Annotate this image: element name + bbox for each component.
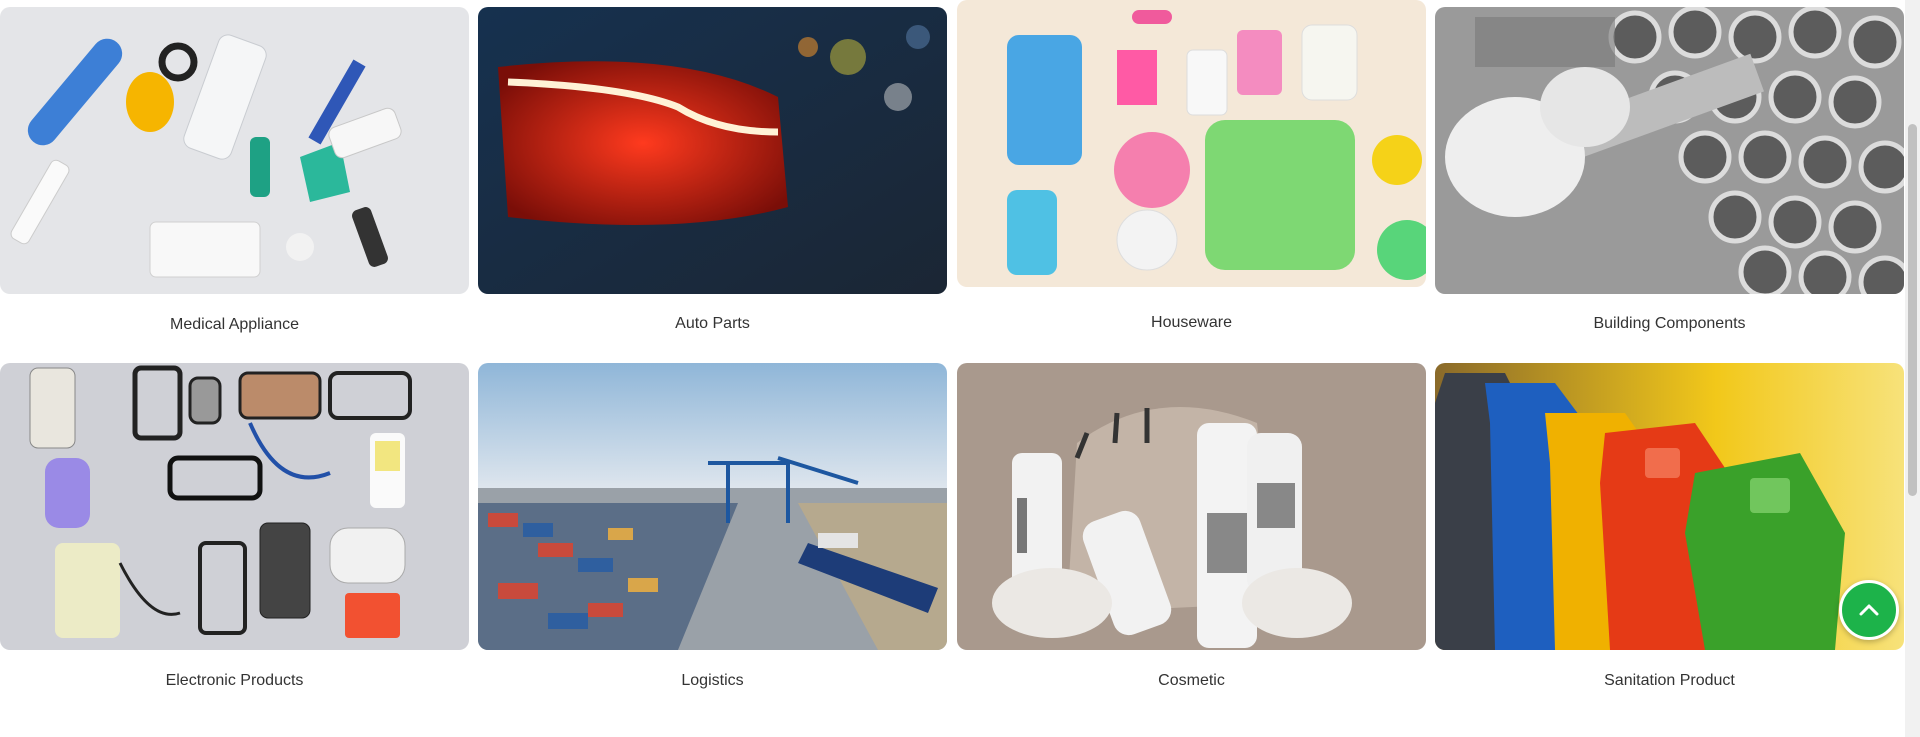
- scrollbar-thumb[interactable]: [1908, 124, 1917, 496]
- category-label-medical-appliance[interactable]: Medical Appliance: [0, 315, 469, 335]
- category-label-houseware[interactable]: Houseware: [957, 313, 1426, 333]
- chevron-up-icon: [1859, 604, 1879, 616]
- category-label-logistics[interactable]: Logistics: [478, 671, 947, 691]
- category-label-electronic-products[interactable]: Electronic Products: [0, 671, 469, 691]
- category-label-sanitation-product[interactable]: Sanitation Product: [1435, 671, 1904, 691]
- cosmetic-image[interactable]: [957, 363, 1426, 650]
- page-scrollbar[interactable]: [1905, 0, 1920, 737]
- auto-parts-image[interactable]: [478, 7, 947, 294]
- category-label-cosmetic[interactable]: Cosmetic: [957, 671, 1426, 691]
- houseware-image[interactable]: [957, 0, 1426, 287]
- electronic-products-image[interactable]: [0, 363, 469, 650]
- back-to-top-button[interactable]: [1839, 580, 1899, 640]
- category-label-auto-parts[interactable]: Auto Parts: [478, 314, 947, 334]
- medical-appliance-image[interactable]: [0, 7, 469, 294]
- category-label-building-components[interactable]: Building Components: [1435, 314, 1904, 334]
- building-components-image[interactable]: [1435, 7, 1904, 294]
- logistics-image[interactable]: [478, 363, 947, 650]
- category-grid: Medical Appliance Auto Parts Houseware B…: [0, 0, 1905, 737]
- sanitation-product-image[interactable]: [1435, 363, 1904, 650]
